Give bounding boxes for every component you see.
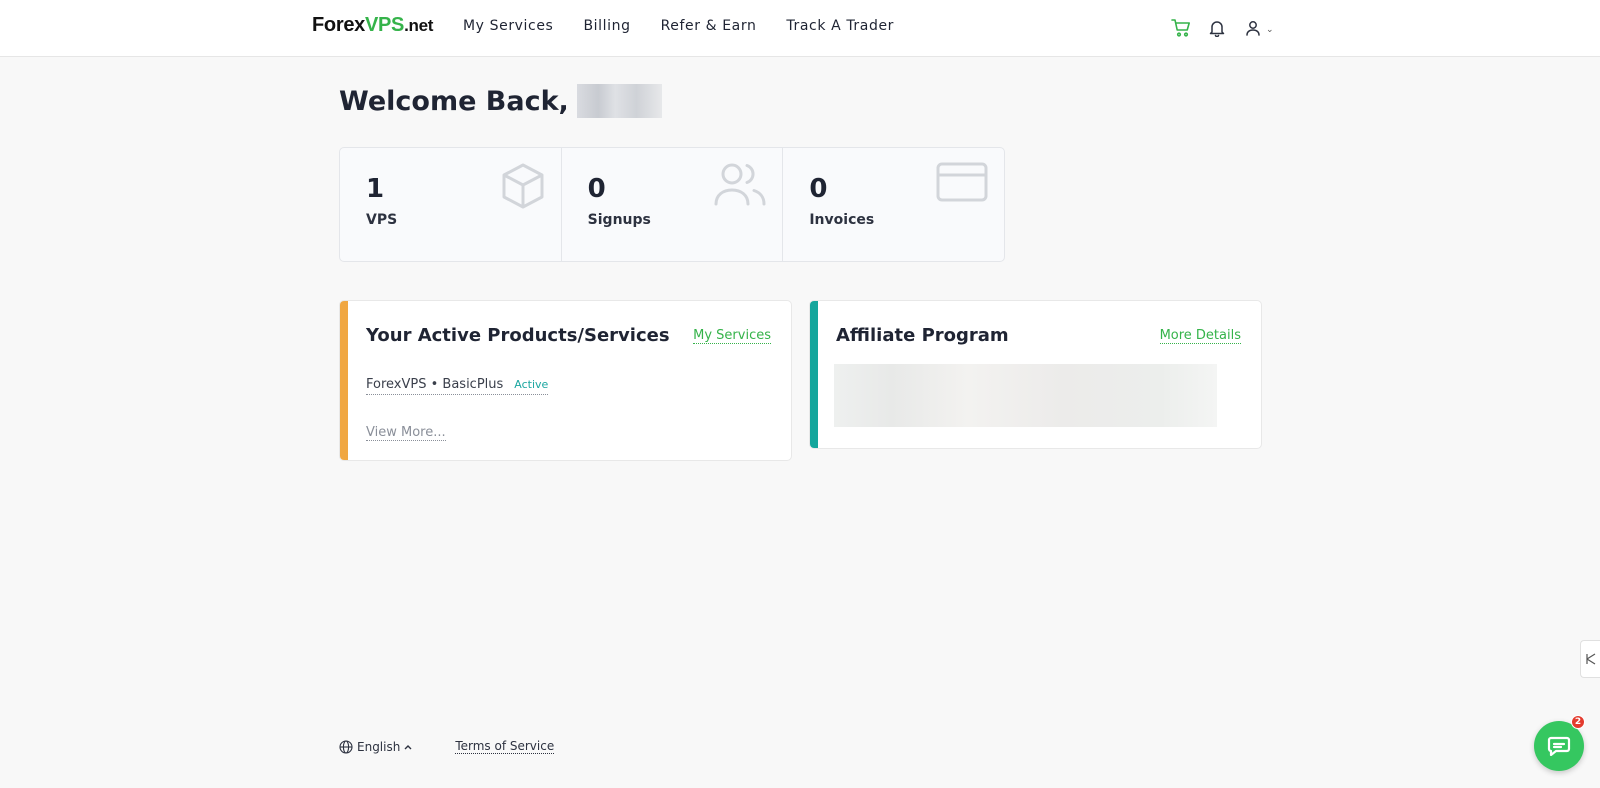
card-title: Your Active Products/Services (366, 325, 670, 346)
nav-billing[interactable]: Billing (583, 18, 630, 34)
terms-of-service-link[interactable]: Terms of Service (455, 739, 555, 754)
user-icon[interactable] (1242, 17, 1264, 39)
footer: English Terms of Service (339, 739, 555, 754)
stats-panel: 1 VPS 0 Signups 0 Invoices (339, 147, 1005, 262)
stat-label: VPS (366, 212, 398, 228)
chevron-down-icon[interactable]: ⌄ (1266, 25, 1274, 35)
nav-refer-earn[interactable]: Refer & Earn (661, 18, 757, 34)
language-selector[interactable]: English (339, 740, 417, 754)
logo-part-vps: VPS (364, 14, 405, 36)
view-more-link[interactable]: View More... (366, 425, 446, 441)
nav-track-a-trader[interactable]: Track A Trader (786, 18, 894, 34)
box-icon (501, 162, 545, 214)
top-navbar: ForexVPS.net My Services Billing Refer &… (0, 0, 1600, 57)
bell-icon[interactable] (1206, 17, 1228, 39)
users-icon (714, 162, 766, 210)
logo-part-net: .net (404, 16, 434, 35)
cart-icon[interactable] (1170, 17, 1192, 39)
stat-invoices[interactable]: 0 Invoices (783, 148, 1004, 261)
header-actions: ⌄ (1170, 17, 1274, 39)
logo-part-forex: Forex (312, 14, 365, 36)
chat-notification-badge: 2 (1571, 715, 1585, 729)
redacted-username (576, 84, 662, 118)
status-badge: Active (514, 378, 549, 391)
product-name: ForexVPS • BasicPlus (366, 377, 504, 392)
nav-my-services[interactable]: My Services (463, 18, 553, 34)
stat-vps[interactable]: 1 VPS (340, 148, 562, 261)
chat-icon (1547, 736, 1571, 756)
stat-label: Signups (587, 212, 651, 228)
my-services-link[interactable]: My Services (693, 328, 771, 344)
stat-signups[interactable]: 0 Signups (562, 148, 784, 261)
welcome-text: Welcome Back, (339, 85, 569, 117)
affiliate-program-card: Affiliate Program More Details (809, 300, 1262, 449)
card-accent-bar (810, 301, 818, 448)
page-title: Welcome Back, (339, 84, 662, 118)
product-item[interactable]: ForexVPS • BasicPlus Active (366, 377, 549, 395)
language-label: English (357, 739, 401, 754)
more-details-link[interactable]: More Details (1159, 328, 1241, 344)
main-nav: My Services Billing Refer & Earn Track A… (463, 18, 924, 34)
globe-icon (339, 739, 353, 754)
side-feedback-tab[interactable] (1580, 640, 1600, 678)
redacted-affiliate-content (834, 364, 1217, 427)
card-accent-bar (340, 301, 348, 460)
collapse-icon (1585, 653, 1595, 665)
logo[interactable]: ForexVPS.net (312, 14, 433, 37)
active-products-card: Your Active Products/Services My Service… (339, 300, 792, 461)
card-title: Affiliate Program (836, 325, 1009, 346)
credit-card-icon (936, 162, 988, 206)
chevron-up-icon (404, 744, 412, 749)
stat-label: Invoices (809, 212, 875, 228)
